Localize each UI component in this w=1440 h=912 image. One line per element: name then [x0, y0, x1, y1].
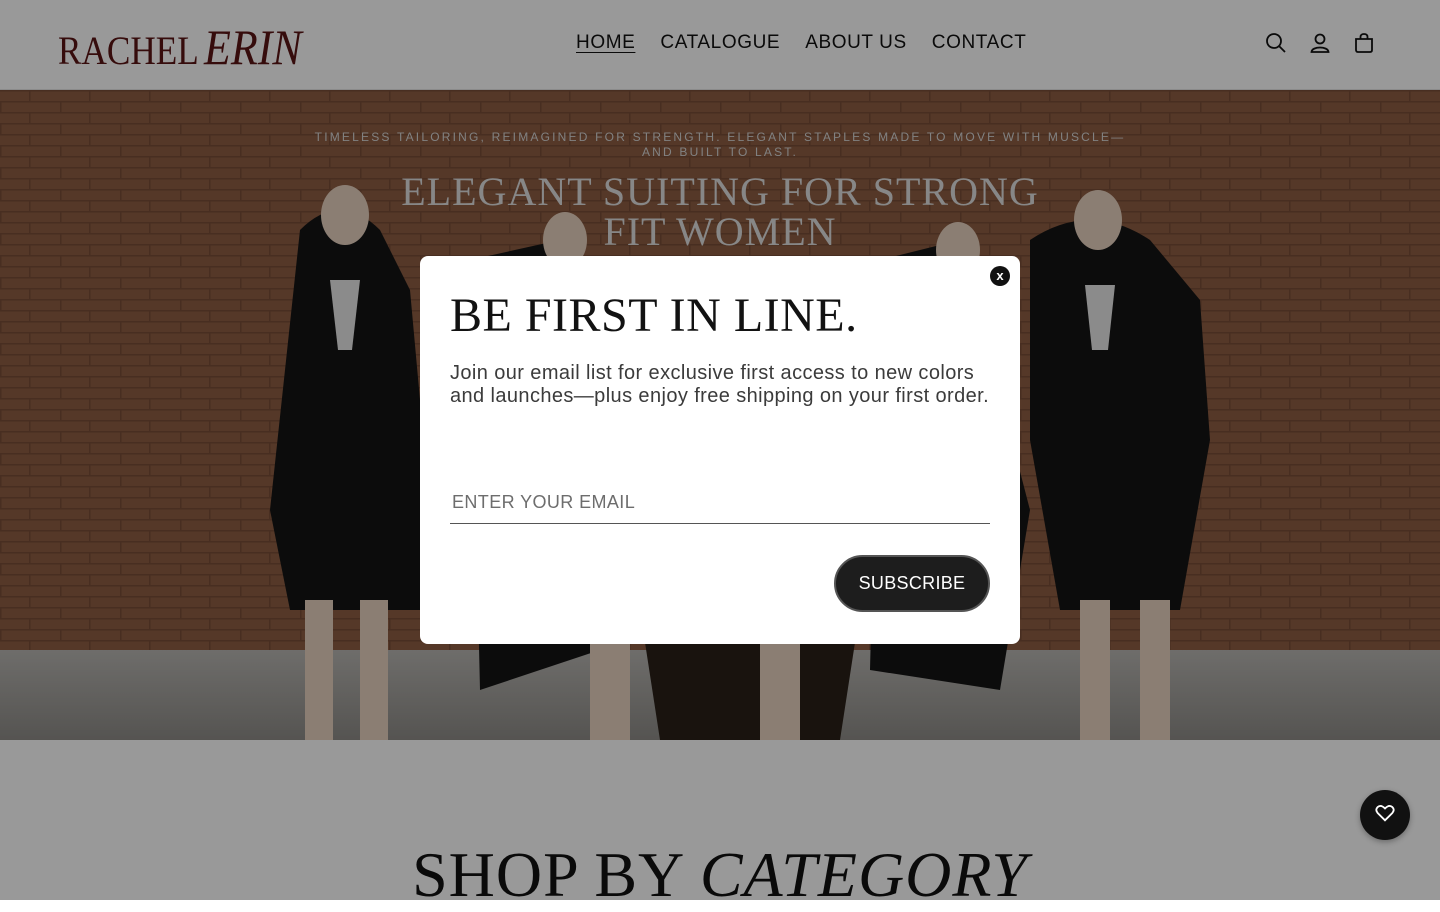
newsletter-popup: x BE FIRST IN LINE. Join our email list …: [420, 256, 1020, 644]
heart-icon: [1374, 802, 1396, 829]
popup-title: BE FIRST IN LINE.: [450, 289, 858, 342]
email-input[interactable]: [450, 482, 990, 524]
close-icon[interactable]: x: [990, 266, 1010, 286]
wishlist-floating-button[interactable]: [1360, 790, 1410, 840]
popup-description: Join our email list for exclusive first …: [450, 362, 990, 407]
subscribe-button[interactable]: SUBSCRIBE: [834, 555, 990, 612]
